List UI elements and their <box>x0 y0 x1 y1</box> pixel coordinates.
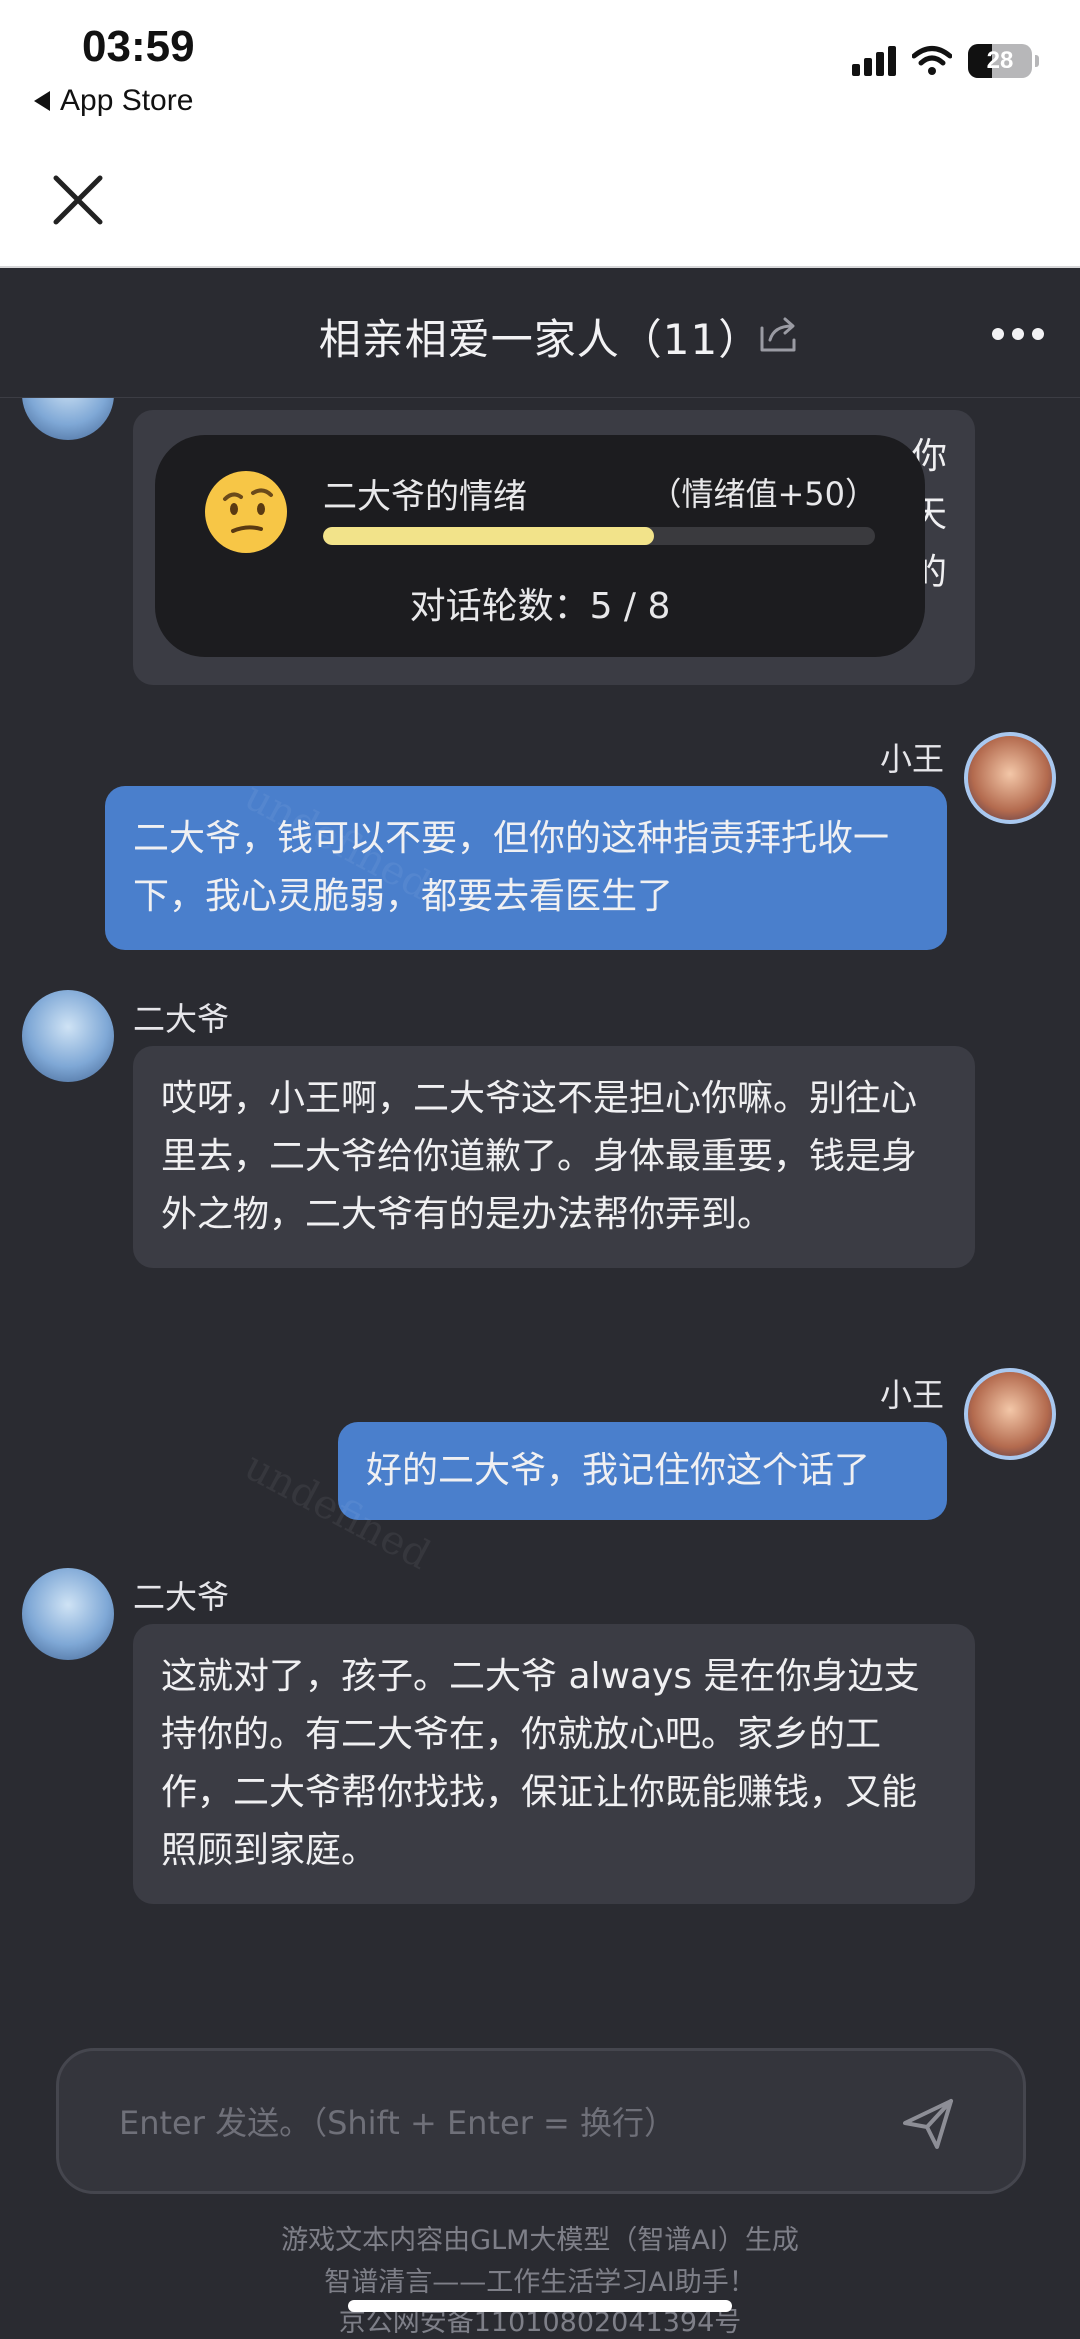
sender-name: 小王 <box>879 740 944 778</box>
back-app-label: App Store <box>60 84 194 117</box>
avatar-erdaye[interactable] <box>22 398 114 440</box>
cellular-signal-icon <box>852 46 896 76</box>
emotion-label: 二大爷的情绪 <box>323 477 527 517</box>
message-bubble-bot: 这就对了，孩子。二大爷 always 是在你身边支持你的。有二大爷在，你就放心吧… <box>133 1624 975 1904</box>
close-icon[interactable] <box>50 172 106 228</box>
footer-slogan[interactable]: 智谱清言——工作生活学习AI助手！ <box>0 2260 1080 2299</box>
emotion-value: （情绪值+50） <box>649 475 877 513</box>
sender-name: 二大爷 <box>133 1000 230 1038</box>
footer-generated-by: 游戏文本内容由GLM大模型（智谱AI）生成 <box>281 2225 799 2256</box>
status-icons: 28 <box>852 44 1039 78</box>
webview-top-bar: 03:59 App Store 28 <box>0 0 1080 268</box>
back-to-app-store[interactable]: App Store <box>34 84 193 118</box>
send-icon[interactable] <box>899 2095 957 2153</box>
message-bubble-user: 二大爷，钱可以不要，但你的这种指责拜托收一下，我心灵脆弱，都要去看医生了 <box>105 786 947 950</box>
status-time: 03:59 <box>82 22 195 71</box>
home-indicator <box>348 2300 732 2312</box>
avatar-xiaowang[interactable] <box>964 732 1056 824</box>
avatar-erdaye[interactable] <box>22 1568 114 1660</box>
dialogue-turns: 对话轮数：5 / 8 <box>409 586 671 627</box>
emotion-progress-bar <box>323 527 875 545</box>
battery-icon: 28 <box>968 44 1039 78</box>
avatar-xiaowang[interactable] <box>964 1368 1056 1460</box>
sender-name: 二大爷 <box>133 1578 230 1616</box>
chat-header: 相亲相爱一家人（11） <box>0 270 1080 398</box>
message-input-box[interactable] <box>56 2048 1026 2194</box>
chat-title: 相亲相爱一家人（11） <box>318 315 762 364</box>
back-triangle-icon <box>34 91 50 111</box>
avatar-erdaye[interactable] <box>22 990 114 1082</box>
share-icon[interactable] <box>756 312 800 356</box>
more-options-icon[interactable] <box>992 328 1044 340</box>
thinking-face-icon <box>205 471 287 553</box>
emotion-progress-fill <box>323 527 655 545</box>
wifi-icon <box>912 46 952 75</box>
sender-name: 小王 <box>879 1376 944 1414</box>
message-bubble-user: 好的二大爷，我记住你这个话了 <box>338 1422 947 1520</box>
message-bubble-bot: 哎呀，小王啊，二大爷这不是担心你嘛。别往心里去，二大爷给你道歉了。身体最重要，钱… <box>133 1046 975 1268</box>
emotion-panel: 二大爷的情绪 （情绪值+50） 对话轮数：5 / 8 <box>155 435 925 657</box>
battery-level: 28 <box>986 47 1014 74</box>
message-input[interactable] <box>119 2091 899 2155</box>
